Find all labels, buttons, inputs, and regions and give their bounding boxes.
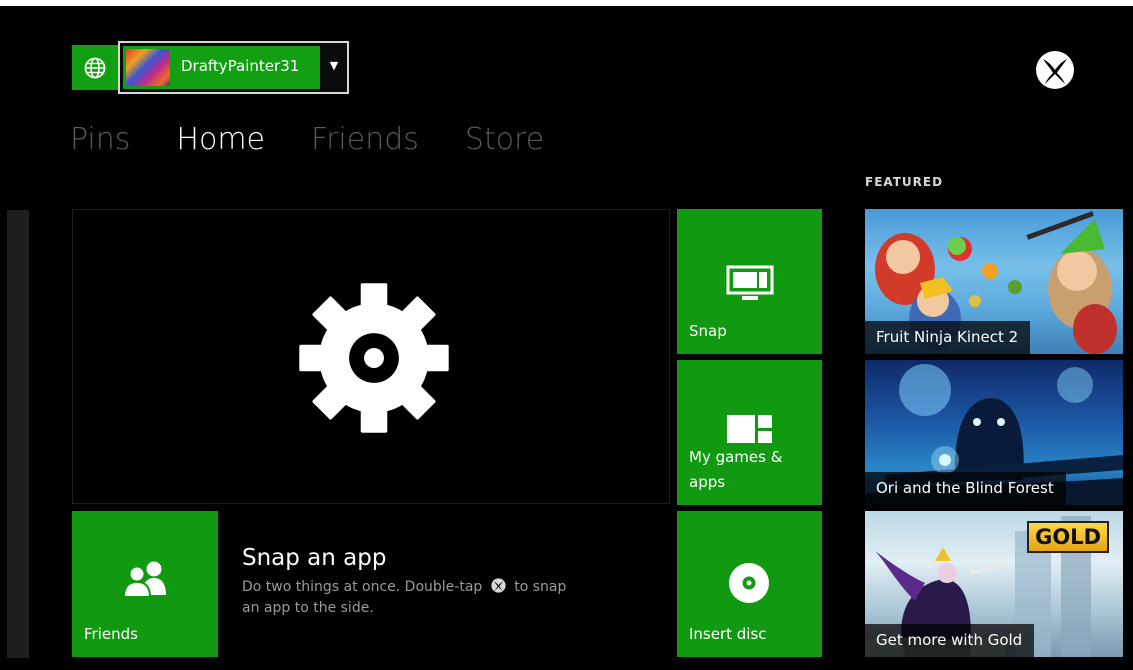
- insert-disc-tile-label: Insert disc: [689, 625, 767, 643]
- snap-an-app-info: Snap an app Do two things at once. Doubl…: [242, 545, 572, 619]
- info-desc-part1: Do two things at once. Double-tap: [242, 579, 483, 595]
- top-edge-band: [0, 0, 1133, 6]
- xbox-logo-icon: [1036, 51, 1074, 89]
- info-title: Snap an app: [242, 545, 387, 571]
- featured-item-label: Get more with Gold: [865, 624, 1035, 657]
- gamertag-label: DraftyPainter31: [181, 57, 300, 75]
- gold-badge: GOLD: [1027, 521, 1109, 553]
- featured-item-label: Fruit Ninja Kinect 2: [865, 321, 1031, 354]
- language-button[interactable]: [72, 45, 118, 90]
- featured-item-fruit-ninja[interactable]: Fruit Ninja Kinect 2: [865, 209, 1123, 354]
- apps-grid-icon: [727, 415, 772, 443]
- settings-gear-icon: [299, 283, 449, 433]
- my-games-apps-tile-label: My games & apps: [689, 448, 783, 491]
- xbox-button-icon: [491, 578, 506, 593]
- friends-icon: [122, 561, 166, 597]
- friends-tile[interactable]: Friends: [72, 511, 218, 657]
- snap-tile[interactable]: Snap: [677, 209, 822, 354]
- pins-edge-strip[interactable]: [7, 210, 29, 658]
- info-description: Do two things at once. Double-tap to sna…: [242, 577, 572, 619]
- globe-icon: [84, 57, 106, 78]
- monitor-icon: [726, 265, 774, 300]
- friends-tile-label: Friends: [84, 625, 138, 643]
- featured-item-label: Ori and the Blind Forest: [865, 472, 1066, 505]
- tab-home[interactable]: Home: [176, 122, 265, 166]
- tab-friends[interactable]: Friends: [311, 122, 419, 166]
- profile-selector-body: DraftyPainter31: [123, 46, 320, 89]
- profile-selector[interactable]: DraftyPainter31 ▼: [118, 41, 349, 94]
- avatar: [126, 49, 170, 86]
- caret-down-icon[interactable]: ▼: [326, 58, 342, 74]
- featured-heading: FEATURED: [865, 175, 944, 189]
- featured-item-gold[interactable]: GOLD Get more with Gold: [865, 511, 1123, 657]
- featured-item-ori[interactable]: Ori and the Blind Forest: [865, 360, 1123, 505]
- main-tabs: Pins Home Friends Store: [70, 122, 544, 166]
- settings-tile[interactable]: [72, 209, 670, 504]
- disc-icon: [729, 563, 769, 603]
- tab-pins[interactable]: Pins: [70, 122, 130, 166]
- my-games-apps-tile[interactable]: My games & apps: [677, 360, 822, 505]
- snap-tile-label: Snap: [689, 322, 727, 340]
- insert-disc-tile[interactable]: Insert disc: [677, 511, 822, 657]
- tab-store[interactable]: Store: [465, 122, 544, 166]
